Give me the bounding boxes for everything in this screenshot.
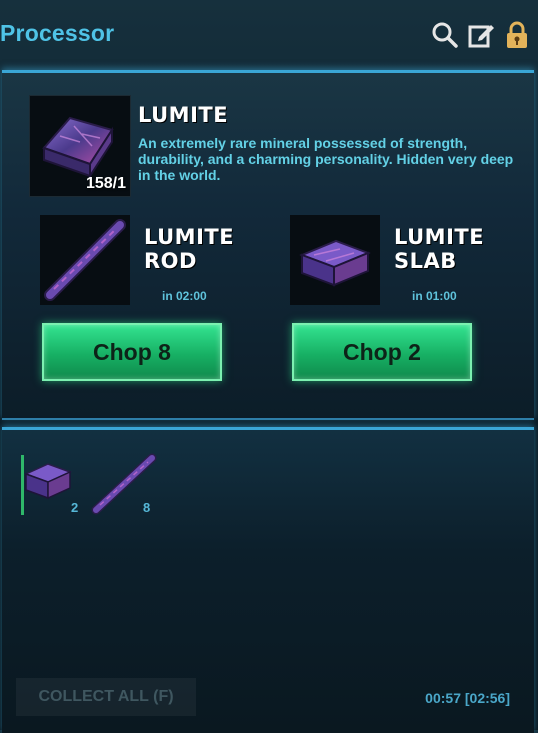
collect-all-button[interactable]: COLLECT ALL (F) bbox=[16, 678, 196, 716]
source-item-slot[interactable]: 158/1 bbox=[29, 95, 131, 197]
process-timer: 00:57 [02:56] bbox=[425, 690, 510, 706]
recipe-slab-name: LUMITE SLAB bbox=[394, 225, 485, 273]
edit-icon[interactable] bbox=[466, 20, 496, 50]
recipe-slab-timer: in 01:00 bbox=[412, 289, 457, 303]
search-icon[interactable] bbox=[430, 20, 460, 50]
chop-slab-button[interactable]: Chop 2 bbox=[292, 323, 472, 381]
source-description: An extremely rare mineral possessed of s… bbox=[138, 135, 514, 183]
recipe-panel: 158/1 LUMITE An extremely rare mineral p… bbox=[2, 70, 534, 420]
recipe-slab-slot[interactable] bbox=[290, 215, 380, 305]
recipe-rod-slot[interactable] bbox=[40, 215, 130, 305]
lumite-rod-icon bbox=[44, 219, 126, 301]
output-count: 8 bbox=[143, 500, 151, 515]
recipe-rod-timer: in 02:00 bbox=[162, 289, 207, 303]
source-quantity: 158/1 bbox=[85, 175, 126, 192]
panel-title: Processor bbox=[0, 20, 115, 46]
header-toolbar bbox=[430, 20, 532, 50]
lock-icon[interactable] bbox=[502, 20, 532, 50]
lumite-slab-icon bbox=[299, 239, 371, 287]
lumite-slab-icon bbox=[24, 463, 72, 500]
source-name: LUMITE bbox=[138, 103, 229, 127]
output-count: 2 bbox=[71, 500, 79, 515]
recipe-rod-name: LUMITE ROD bbox=[144, 225, 235, 273]
chop-rod-button[interactable]: Chop 8 bbox=[42, 323, 222, 381]
